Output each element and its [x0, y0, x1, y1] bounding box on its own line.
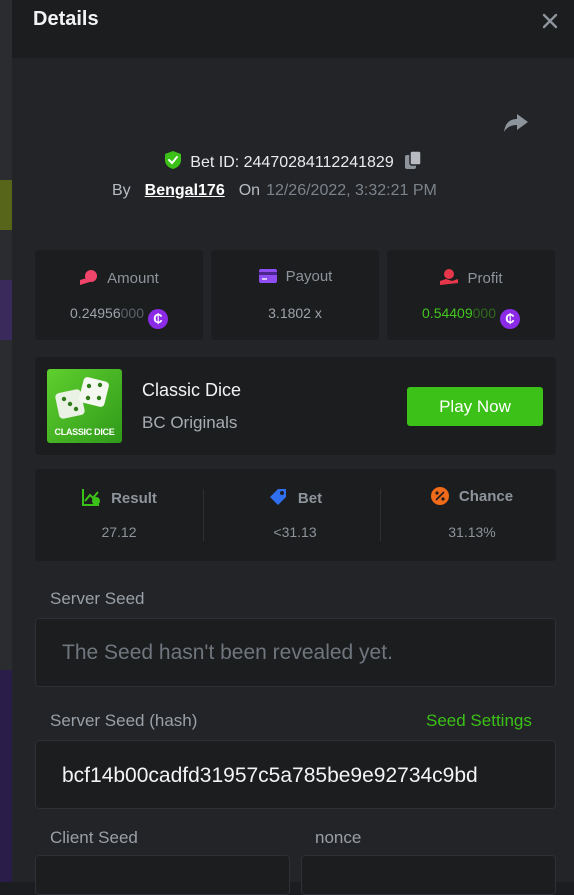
profit-label-row: Profit	[387, 268, 555, 287]
server-seed-hash-field[interactable]: bcf14b00cadfd31957c5a785be9e92734c9bd	[35, 740, 556, 809]
share-icon[interactable]	[502, 110, 530, 136]
amount-label-row: Amount	[35, 268, 203, 287]
background-decoration	[0, 670, 12, 882]
result-value: 27.12	[101, 524, 137, 540]
dialog-title: Details	[33, 8, 99, 30]
profit-label: Profit	[467, 270, 503, 287]
amount-value-dim: 000	[120, 305, 144, 321]
server-seed-label: Server Seed	[50, 589, 145, 608]
amount-icon	[80, 270, 98, 285]
play-now-button[interactable]: Play Now	[407, 387, 543, 426]
background-decoration	[0, 180, 12, 230]
column-divider	[380, 489, 381, 541]
bet-id: Bet ID: 24470284112241829	[190, 154, 394, 171]
copy-icon[interactable]	[404, 150, 422, 170]
dice-icon	[55, 377, 109, 419]
payout-icon	[258, 269, 277, 283]
profit-value-main: 0.54409	[422, 305, 473, 321]
on-label: On	[238, 182, 261, 199]
profit-card: Profit 0.54409000 ₵	[387, 250, 555, 340]
result-icon	[82, 489, 101, 506]
payout-label-row: Payout	[211, 268, 379, 285]
bet-date: 12/26/2022, 3:32:21 PM	[266, 182, 437, 199]
chance-icon	[430, 487, 449, 505]
payout-card: Payout 3.1802 x	[211, 250, 379, 340]
details-dialog: Details Bet ID: 24470284112241829 By Beng…	[12, 0, 574, 895]
amount-value: 0.24956000 ₵	[35, 305, 203, 329]
game-thumbnail[interactable]: CLASSIC DICE	[47, 369, 122, 443]
background-page	[0, 0, 12, 882]
dialog-header: Details	[12, 0, 574, 58]
by-label: By	[112, 182, 131, 199]
server-seed-value: The Seed hasn't been revealed yet.	[62, 641, 393, 664]
column-divider	[203, 489, 204, 541]
amount-label: Amount	[107, 270, 159, 287]
amount-value-main: 0.24956	[70, 305, 121, 321]
profit-value-dim: 000	[472, 305, 496, 321]
payout-label: Payout	[285, 268, 333, 285]
result-label-row: Result	[35, 487, 203, 507]
close-icon[interactable]	[537, 8, 563, 34]
game-card: CLASSIC DICE Classic Dice BC Originals P…	[35, 357, 556, 455]
coin-icon: ₵	[499, 309, 520, 329]
coin-icon: ₵	[147, 309, 168, 329]
seed-settings-link[interactable]: Seed Settings	[426, 711, 532, 731]
client-seed-field[interactable]	[35, 855, 290, 895]
chance-column: Chance 31.13%	[388, 469, 556, 561]
nonce-label: nonce	[315, 828, 362, 847]
nonce-field[interactable]	[301, 855, 556, 895]
game-name: Classic Dice	[142, 380, 242, 400]
result-column: Result 27.12	[35, 469, 203, 561]
client-seed-label: Client Seed	[50, 828, 138, 847]
shield-check-icon	[165, 151, 182, 169]
bet-id-row: Bet ID: 24470284112241829	[12, 150, 574, 172]
payout-value: 3.1802 x	[268, 305, 322, 321]
bet-label-row: Bet	[211, 487, 379, 507]
username-link[interactable]: Bengal176	[145, 182, 225, 199]
server-seed-field: The Seed hasn't been revealed yet.	[35, 618, 556, 687]
result-card: Result 27.12 Bet <31.13 Chance 31.13%	[35, 469, 556, 561]
bet-column: Bet <31.13	[211, 469, 379, 561]
background-decoration	[0, 280, 12, 340]
chance-label-row: Chance	[388, 487, 556, 505]
game-provider: BC Originals	[142, 413, 238, 432]
bet-label: Bet	[297, 490, 323, 507]
result-label: Result	[111, 490, 157, 507]
thumbnail-label: CLASSIC DICE	[54, 427, 115, 437]
chance-value: 31.13%	[448, 524, 496, 540]
chance-label: Chance	[458, 488, 514, 505]
bet-tag-icon	[269, 489, 286, 505]
server-seed-hash-value: bcf14b00cadfd31957c5a785be9e92734c9bd	[62, 764, 478, 787]
server-seed-hash-label: Server Seed (hash)	[50, 711, 198, 730]
profit-icon	[440, 269, 459, 285]
bet-meta: By Bengal176 On 12/26/2022, 3:32:21 PM	[112, 182, 437, 200]
profit-value: 0.54409000 ₵	[387, 305, 555, 329]
bet-value: <31.13	[273, 524, 317, 540]
amount-card: Amount 0.24956000 ₵	[35, 250, 203, 340]
